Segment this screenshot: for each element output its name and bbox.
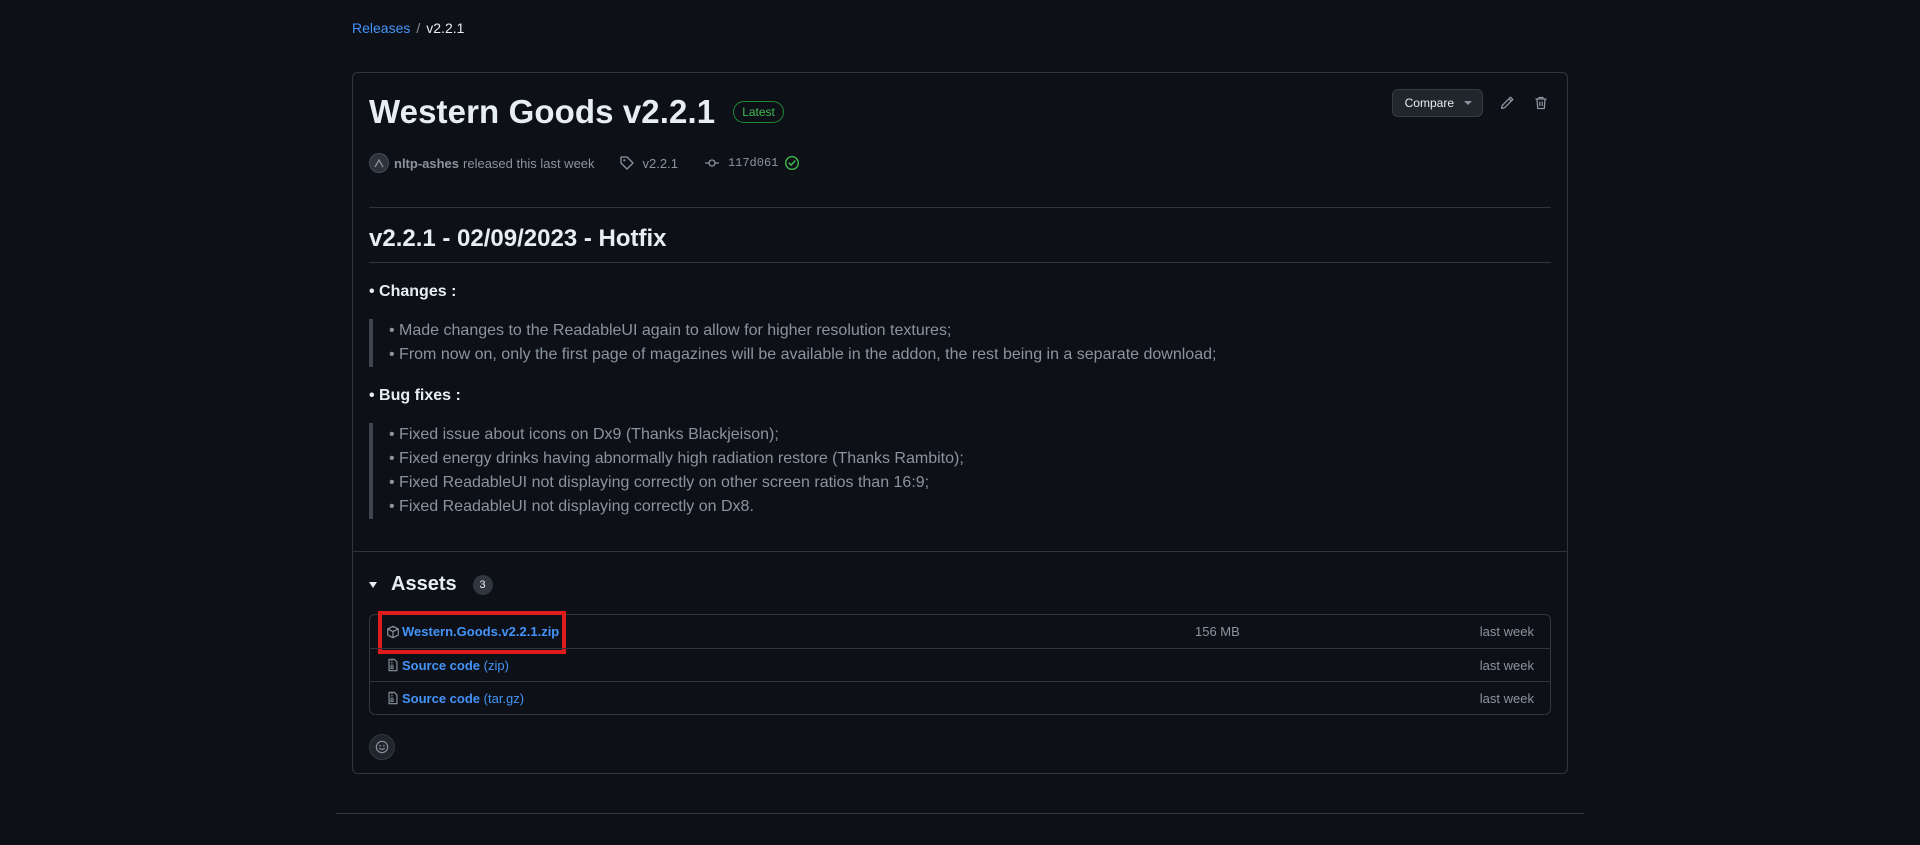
asset-row: Source code (zip) last week: [370, 648, 1550, 681]
list-item: Made changes to the ReadableUI again to …: [389, 319, 1551, 343]
file-zip-icon: [386, 658, 400, 672]
release-page: Releases / v2.2.1 Western Goods v2.2.1 L…: [0, 0, 1920, 845]
delete-button[interactable]: [1531, 93, 1551, 113]
asset-row: Source code (tar.gz) last week: [370, 681, 1550, 714]
header-actions: Compare: [1391, 89, 1551, 117]
release-notes-heading: v2.2.1 - 02/09/2023 - Hotfix: [369, 225, 1551, 263]
assets-count-badge: 3: [472, 574, 493, 595]
commit-icon: [704, 155, 720, 171]
asset-row: Western.Goods.v2.2.1.zip 156 MB last wee…: [370, 611, 1550, 654]
changes-quote: Made changes to the ReadableUI again to …: [369, 319, 1551, 367]
trash-icon: [1535, 96, 1547, 110]
released-text: released this last week: [463, 155, 595, 171]
smiley-icon: [375, 740, 389, 754]
release-meta: nltp-ashes released this last week v2.2.…: [369, 153, 800, 173]
assets-list: Western.Goods.v2.2.1.zip 156 MB last wee…: [369, 611, 1551, 715]
assets-title: Assets: [391, 573, 457, 595]
breadcrumb-separator: /: [416, 20, 421, 36]
tag-link[interactable]: v2.2.1: [643, 156, 678, 171]
compare-button-label: Compare: [1404, 96, 1454, 110]
avatar[interactable]: [369, 153, 389, 173]
asset-suffix: (tar.gz): [480, 690, 525, 706]
triangle-down-icon[interactable]: [369, 581, 377, 588]
asset-name: Source code: [402, 690, 481, 706]
asset-suffix: (zip): [480, 657, 509, 673]
pencil-icon: [1500, 96, 1514, 110]
breadcrumb: Releases / v2.2.1: [352, 20, 464, 36]
avatar-icon: [374, 158, 384, 168]
check-circle-icon: [784, 155, 800, 171]
changes-label: • Changes :: [369, 283, 457, 300]
header-divider: [369, 207, 1551, 208]
caret-down-icon: [1464, 101, 1472, 105]
asset-name: Source code: [402, 657, 481, 673]
breadcrumb-current: v2.2.1: [426, 20, 465, 36]
author-link[interactable]: nltp-ashes: [394, 156, 459, 171]
list-item: Fixed energy drinks having abnormally hi…: [389, 447, 1551, 471]
commit-link[interactable]: 117d061: [728, 156, 778, 170]
release-title: Western Goods v2.2.1: [369, 93, 716, 130]
list-item: Fixed ReadableUI not displaying correctl…: [389, 495, 1551, 519]
add-reaction-button[interactable]: [369, 734, 395, 760]
release-notes: v2.2.1 - 02/09/2023 - Hotfix • Changes :…: [369, 225, 1551, 519]
tag-icon: [619, 155, 635, 171]
list-item: Fixed issue about icons on Dx9 (Thanks B…: [389, 423, 1551, 447]
bugfixes-label: • Bug fixes :: [369, 387, 461, 404]
footer-divider: [336, 813, 1584, 814]
asset-date: last week: [1479, 690, 1534, 706]
asset-size: 156 MB: [1195, 624, 1240, 639]
asset-date: last week: [1479, 657, 1534, 673]
assets-divider: [353, 551, 1567, 552]
compare-button[interactable]: Compare: [1391, 89, 1483, 117]
asset-date: last week: [1479, 624, 1534, 639]
asset-name: Western.Goods.v2.2.1.zip: [402, 624, 560, 639]
edit-button[interactable]: [1497, 93, 1517, 113]
breadcrumb-releases-link[interactable]: Releases: [352, 20, 410, 36]
release-card: Western Goods v2.2.1 Latest Compare nltp…: [352, 72, 1568, 774]
list-item: From now on, only the first page of maga…: [389, 343, 1551, 367]
file-zip-icon: [386, 691, 400, 705]
source-zip-link[interactable]: Source code (zip): [402, 658, 509, 673]
source-targz-link[interactable]: Source code (tar.gz): [402, 691, 524, 706]
asset-download-link[interactable]: Western.Goods.v2.2.1.zip: [402, 624, 559, 639]
assets-header[interactable]: Assets 3: [369, 573, 493, 596]
list-item: Fixed ReadableUI not displaying correctl…: [389, 471, 1551, 495]
release-header: Western Goods v2.2.1 Latest: [369, 93, 784, 131]
package-icon: [386, 625, 400, 639]
bugfixes-quote: Fixed issue about icons on Dx9 (Thanks B…: [369, 423, 1551, 519]
latest-badge: Latest: [733, 101, 784, 123]
